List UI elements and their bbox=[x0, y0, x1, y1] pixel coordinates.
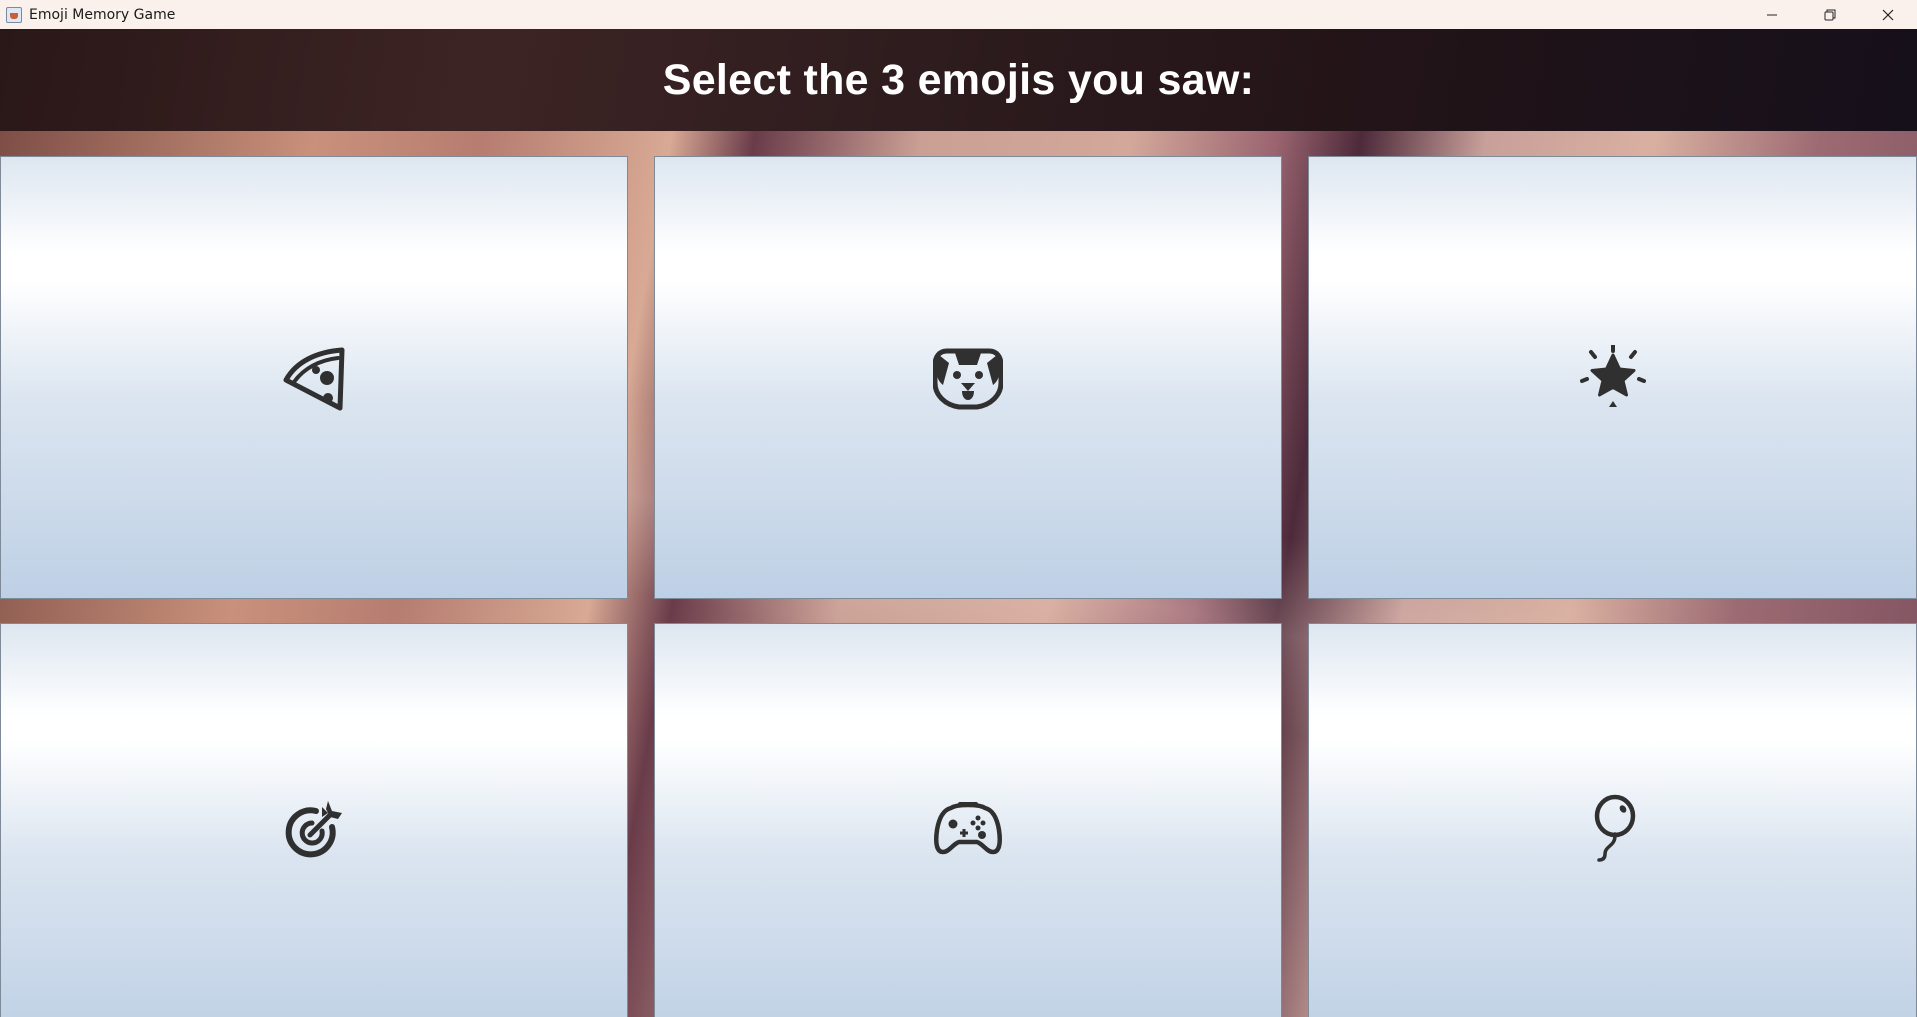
glowing-star-icon bbox=[1579, 344, 1646, 407]
emoji-card-balloon[interactable] bbox=[1308, 623, 1917, 1017]
pizza-icon bbox=[283, 347, 345, 410]
emoji-card-star[interactable] bbox=[1308, 156, 1917, 599]
close-icon bbox=[1882, 9, 1894, 20]
java-app-icon bbox=[6, 6, 22, 23]
minimize-icon bbox=[1767, 14, 1777, 15]
emoji-card-dog[interactable] bbox=[654, 156, 1282, 599]
prompt-header: Select the 3 emojis you saw: bbox=[0, 29, 1917, 131]
window-title: Emoji Memory Game bbox=[29, 6, 176, 23]
minimize-button[interactable] bbox=[1743, 0, 1801, 29]
window-titlebar: Emoji Memory Game bbox=[0, 0, 1917, 30]
dog-face-icon bbox=[933, 348, 1003, 409]
close-button[interactable] bbox=[1859, 0, 1917, 29]
emoji-card-pizza[interactable] bbox=[0, 156, 628, 599]
balloon-icon bbox=[1594, 794, 1635, 862]
restore-icon bbox=[1824, 9, 1836, 20]
emoji-card-controller[interactable] bbox=[654, 623, 1282, 1017]
game-controller-icon bbox=[934, 802, 1002, 855]
prompt-title: Select the 3 emojis you saw: bbox=[662, 55, 1255, 104]
window-controls bbox=[1743, 0, 1917, 29]
game-area: Select the 3 emojis you saw: bbox=[0, 29, 1917, 1017]
bullseye-dart-icon bbox=[285, 801, 342, 858]
restore-button[interactable] bbox=[1801, 0, 1859, 29]
emoji-card-bullseye[interactable] bbox=[0, 623, 628, 1017]
